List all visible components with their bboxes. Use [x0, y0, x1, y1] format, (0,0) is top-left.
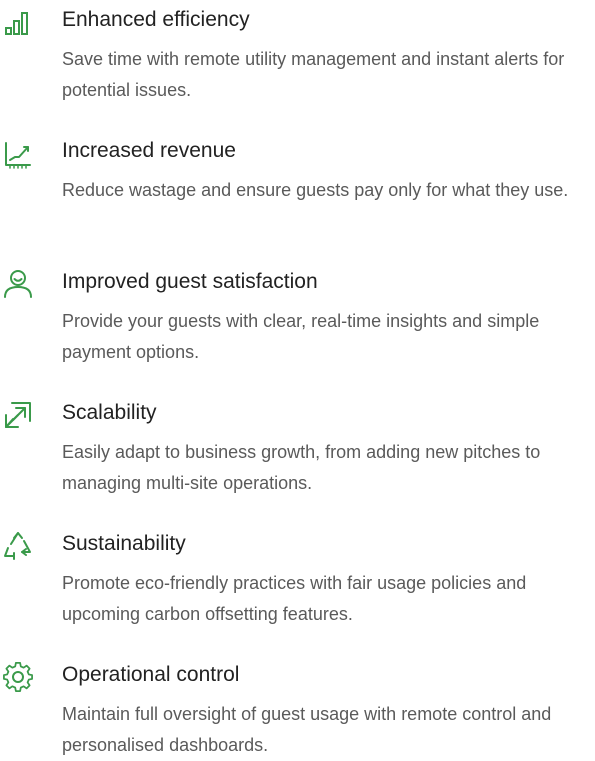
- feature-description: Save time with remote utility management…: [62, 49, 565, 100]
- expand-arrow-icon: [0, 397, 36, 433]
- feature-title: Sustainability: [62, 532, 186, 555]
- feature-description: Reduce wastage and ensure guests pay onl…: [62, 180, 569, 200]
- feature-title: Operational control: [62, 663, 240, 686]
- feature-title: Increased revenue: [62, 139, 236, 162]
- user-smile-icon: [0, 266, 36, 302]
- feature-title: Improved guest satisfaction: [62, 270, 318, 293]
- feature-description: Maintain full oversight of guest usage w…: [62, 704, 552, 755]
- feature-description: Promote eco-friendly practices with fair…: [62, 573, 527, 624]
- feature-list: Enhanced efficiency Save time with remot…: [0, 0, 595, 758]
- feature-title: Scalability: [62, 401, 157, 424]
- feature-description: Easily adapt to business growth, from ad…: [62, 442, 541, 493]
- bar-chart-icon: [0, 4, 36, 40]
- recycle-icon: [0, 528, 36, 564]
- feature-title: Enhanced efficiency: [62, 8, 250, 31]
- gear-icon: [0, 659, 36, 695]
- trending-up-chart-icon: [0, 135, 36, 171]
- feature-description: Provide your guests with clear, real-tim…: [62, 311, 540, 362]
